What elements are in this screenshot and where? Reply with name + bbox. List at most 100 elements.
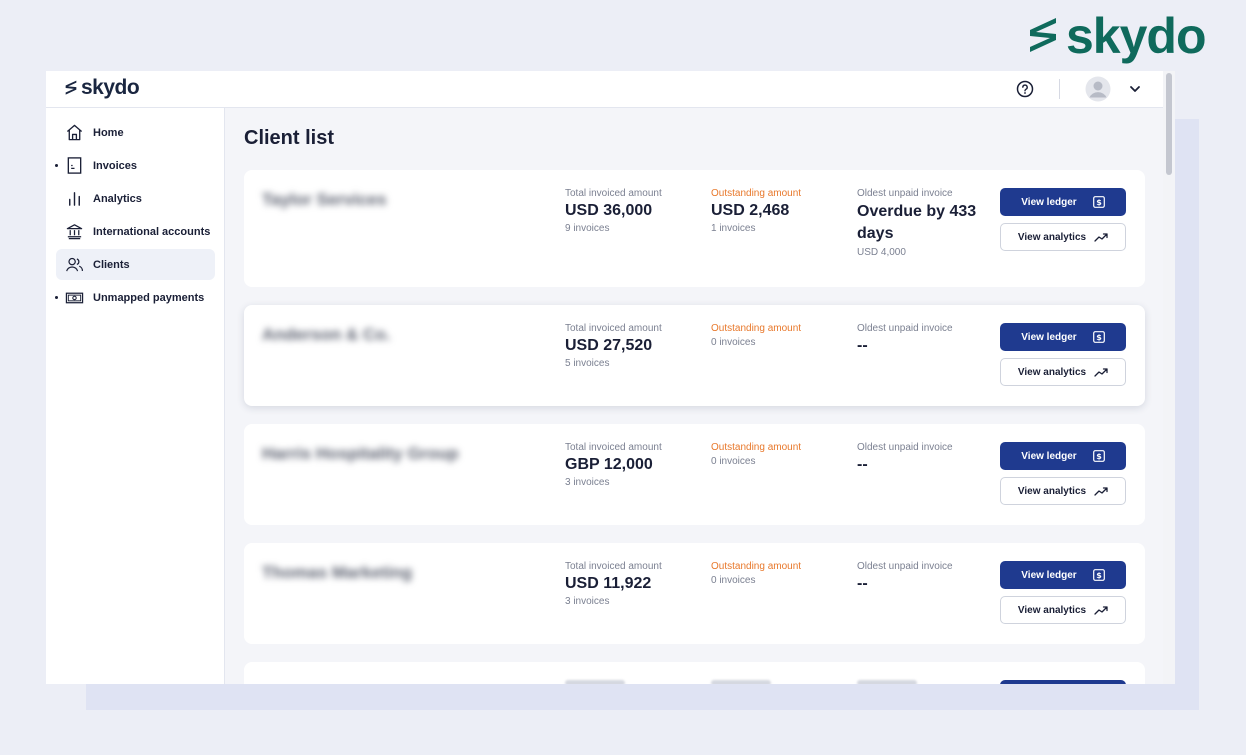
total-invoice-count: 5 invoices: [565, 358, 610, 369]
view-ledger-button[interactable]: View ledger $: [1000, 188, 1126, 216]
client-card: Harris Hospitality Group Total invoiced …: [244, 424, 1145, 525]
sidebar-item-analytics[interactable]: Analytics: [56, 183, 215, 214]
top-bar: skydo: [46, 71, 1163, 108]
view-analytics-button[interactable]: View analytics: [1000, 223, 1126, 251]
outstanding-column: Outstanding amount 0 invoices: [711, 323, 801, 348]
placeholder-label: [711, 680, 771, 684]
placeholder-label: [857, 680, 917, 684]
sidebar-item-label: Clients: [93, 258, 130, 271]
view-analytics-button[interactable]: View analytics: [1000, 596, 1126, 624]
outstanding-invoice-count: 0 invoices: [711, 337, 756, 348]
view-analytics-label: View analytics: [1017, 485, 1087, 497]
view-ledger-label: View ledger: [1021, 196, 1077, 208]
sidebar: Home Invoices Analytics International ac…: [46, 108, 225, 684]
svg-text:$: $: [1096, 571, 1102, 580]
client-name: Taylor Services: [262, 190, 387, 209]
view-analytics-button[interactable]: View analytics: [1000, 358, 1126, 386]
client-card: Anderson & Co. Total invoiced amount USD…: [244, 305, 1145, 406]
total-invoiced-label: Total invoiced amount: [565, 188, 662, 199]
app-window: skydo Home Invoices Analytics Internatio…: [46, 71, 1175, 684]
client-card: Thomas Marketing Total invoiced amount U…: [244, 543, 1145, 644]
view-ledger-button[interactable]: View ledger $: [1000, 442, 1126, 470]
outstanding-column: Outstanding amount 0 invoices: [711, 442, 801, 467]
view-ledger-button[interactable]: View ledger $: [1000, 323, 1126, 351]
trending-up-icon: [1094, 367, 1108, 377]
svg-text:$: $: [1096, 452, 1102, 461]
outstanding-invoice-count: 0 invoices: [711, 575, 756, 586]
outstanding-column: Outstanding amount 0 invoices: [711, 561, 801, 586]
page-title: Client list: [244, 127, 335, 149]
client-card: [244, 662, 1145, 684]
total-invoiced-column: Total invoiced amount USD 27,520 5 invoi…: [565, 323, 662, 369]
total-invoiced-label: Total invoiced amount: [565, 323, 662, 334]
view-analytics-label: View analytics: [1017, 231, 1087, 243]
view-ledger-label: View ledger: [1021, 331, 1077, 343]
clients-icon: [66, 257, 84, 272]
sidebar-item-invoices[interactable]: Invoices: [55, 150, 215, 181]
placeholder-label: [565, 680, 625, 684]
total-invoiced-amount: GBP 12,000: [565, 456, 653, 473]
scrollbar-thumb[interactable]: [1166, 73, 1172, 175]
help-circle-icon[interactable]: [1016, 80, 1034, 98]
sidebar-item-home[interactable]: Home: [56, 117, 215, 148]
chevron-down-icon[interactable]: [1128, 83, 1142, 95]
bar-chart-icon: [69, 192, 80, 206]
oldest-unpaid-value: --: [857, 456, 868, 473]
view-ledger-label: View ledger: [1021, 569, 1077, 581]
sidebar-item-international-accounts[interactable]: International accounts: [56, 216, 215, 247]
oldest-unpaid-value: --: [857, 337, 868, 354]
sidebar-item-label: Invoices: [93, 159, 138, 172]
view-analytics-button[interactable]: View analytics: [1000, 477, 1126, 505]
view-ledger-button[interactable]: [1000, 680, 1126, 684]
sidebar-item-label: Analytics: [93, 192, 142, 205]
client-name: Harris Hospitality Group: [262, 444, 459, 463]
svg-text:$: $: [1096, 198, 1102, 207]
oldest-unpaid-label: Oldest unpaid invoice: [857, 188, 953, 199]
topbar-divider: [1059, 79, 1060, 99]
oldest-unpaid-label: Oldest unpaid invoice: [857, 323, 953, 334]
oldest-unpaid-amount: USD 4,000: [857, 247, 906, 258]
sidebar-item-label: Home: [93, 126, 124, 139]
client-name: Anderson & Co.: [262, 325, 391, 344]
total-invoiced-amount: USD 27,520: [565, 337, 653, 354]
ledger-icon: $: [1092, 569, 1105, 581]
oldest-unpaid-label: Oldest unpaid invoice: [857, 561, 953, 572]
sidebar-item-clients[interactable]: Clients: [56, 249, 215, 280]
user-avatar-icon[interactable]: [1085, 76, 1111, 102]
outstanding-label: Outstanding amount: [711, 323, 802, 334]
view-ledger-label: View ledger: [1021, 450, 1077, 462]
trending-up-icon: [1094, 232, 1108, 242]
outstanding-invoice-count: 0 invoices: [711, 456, 756, 467]
app-logo[interactable]: skydo: [64, 76, 140, 99]
total-invoiced-amount: USD 36,000: [565, 202, 653, 219]
ledger-icon: $: [1092, 331, 1105, 343]
oldest-unpaid-column: Oldest unpaid invoice Overdue by 433 day…: [857, 188, 977, 258]
ledger-icon: $: [1092, 450, 1105, 462]
oldest-unpaid-label: Oldest unpaid invoice: [857, 442, 953, 453]
total-invoiced-amount: USD 11,922: [565, 575, 652, 592]
oldest-unpaid-column: Oldest unpaid invoice --: [857, 442, 953, 474]
outstanding-column: Outstanding amount USD 2,468 1 invoices: [711, 188, 801, 234]
bank-icon: [66, 224, 83, 240]
oldest-unpaid-column: Oldest unpaid invoice --: [857, 323, 953, 355]
client-card: Taylor Services Total invoiced amount US…: [244, 170, 1145, 287]
expand-dot-icon: [55, 296, 58, 299]
total-invoice-count: 3 invoices: [565, 596, 610, 607]
outstanding-label: Outstanding amount: [711, 561, 802, 572]
sidebar-item-label: International accounts: [93, 225, 211, 238]
main-content: Client list Taylor Services Total invoic…: [225, 108, 1163, 684]
view-ledger-button[interactable]: View ledger $: [1000, 561, 1126, 589]
outstanding-amount: USD 2,468: [711, 202, 790, 219]
total-invoice-count: 9 invoices: [565, 223, 610, 234]
home-icon: [66, 124, 83, 141]
outstanding-label: Outstanding amount: [711, 188, 802, 199]
skydo-mark-icon: [65, 80, 77, 95]
total-invoiced-column: Total invoiced amount USD 36,000 9 invoi…: [565, 188, 662, 234]
app-logo-text: skydo: [81, 76, 140, 99]
sidebar-item-unmapped-payments[interactable]: Unmapped payments: [55, 282, 215, 313]
view-analytics-label: View analytics: [1017, 604, 1087, 616]
svg-text:$: $: [1096, 333, 1102, 342]
brand-wordmark: skydo: [1066, 8, 1207, 64]
total-invoiced-label: Total invoiced amount: [565, 442, 662, 453]
total-invoiced-column: Total invoiced amount USD 11,922 3 invoi…: [565, 561, 662, 607]
